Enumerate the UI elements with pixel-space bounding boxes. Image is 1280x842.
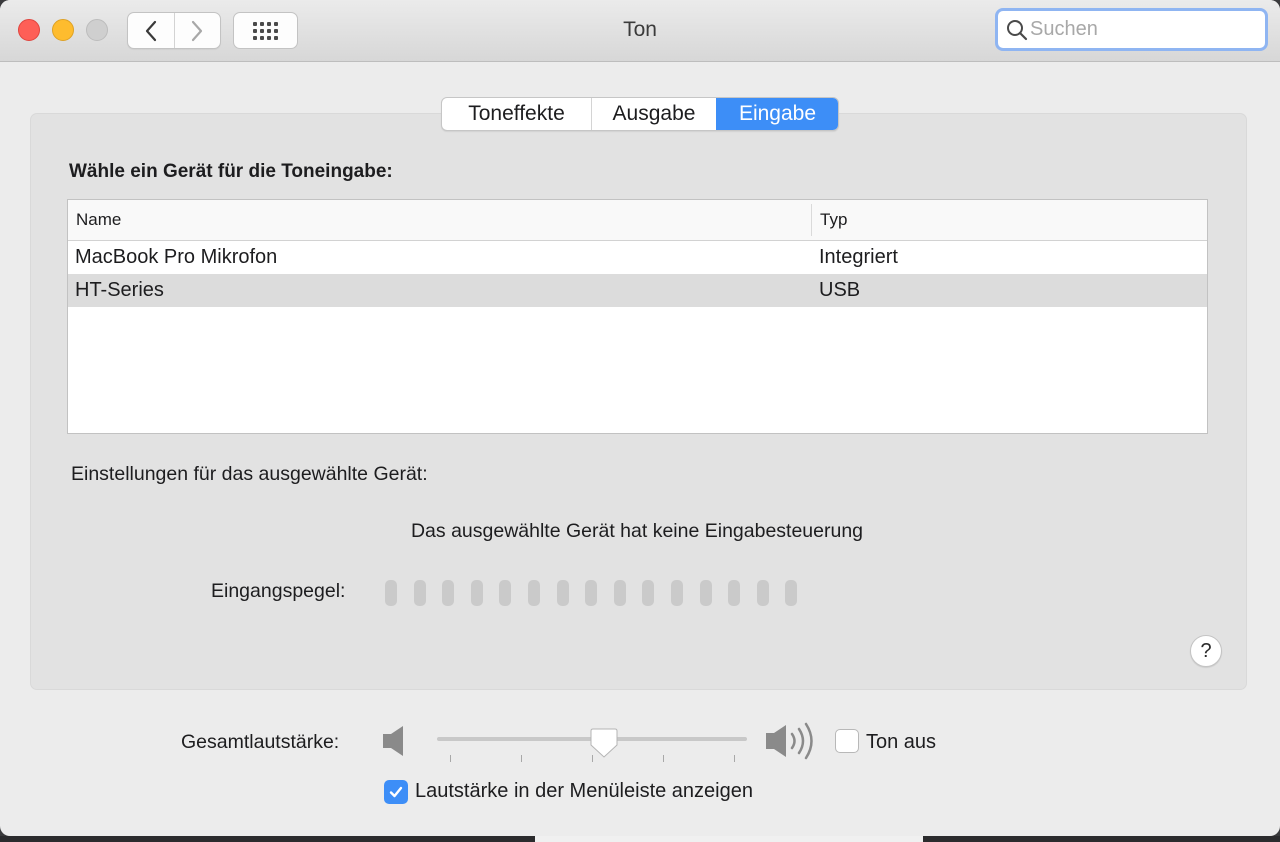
back-button[interactable] — [128, 13, 174, 48]
close-button[interactable] — [18, 19, 40, 41]
navigation-buttons — [127, 12, 221, 49]
no-input-control-message: Das ausgewählte Gerät hat keine Eingabes… — [410, 520, 864, 542]
slider-tick — [450, 755, 451, 762]
input-device-table: Name Typ MacBook Pro Mikrofon Integriert… — [67, 199, 1208, 434]
column-header-name[interactable]: Name — [68, 204, 812, 236]
level-segment — [613, 580, 626, 606]
output-volume-label: Gesamtlautstärke: — [181, 731, 340, 753]
level-segment — [756, 580, 769, 606]
minimize-button[interactable] — [52, 19, 74, 41]
tab-toneffekte[interactable]: Toneffekte — [442, 98, 591, 130]
tab-bar: Toneffekte Ausgabe Eingabe — [441, 97, 839, 131]
tab-ausgabe[interactable]: Ausgabe — [591, 98, 716, 130]
title-bar: Ton — [0, 0, 1280, 62]
input-level-label: Eingangspegel: — [211, 580, 346, 602]
system-preferences-window: Ton Toneffekte Ausgabe Eingabe Wähle ein… — [0, 0, 1280, 836]
slider-tick — [734, 755, 735, 762]
level-segment — [585, 580, 598, 606]
background-window-edge — [535, 836, 923, 842]
grid-icon — [253, 21, 278, 40]
level-segment — [699, 580, 712, 606]
forward-chevron-icon — [192, 20, 203, 41]
level-segment — [499, 580, 512, 606]
output-volume-slider[interactable] — [437, 727, 749, 767]
device-type: Integriert — [819, 246, 898, 268]
tab-eingabe[interactable]: Eingabe — [716, 98, 838, 130]
device-name: HT-Series — [75, 279, 164, 301]
search-icon — [1007, 19, 1028, 40]
table-row[interactable]: HT-Series USB — [68, 274, 1207, 307]
device-name: MacBook Pro Mikrofon — [75, 246, 278, 268]
table-row[interactable]: MacBook Pro Mikrofon Integriert — [68, 241, 1207, 274]
back-chevron-icon — [145, 20, 157, 41]
background-window-strip — [0, 836, 1280, 842]
checkmark-icon — [389, 786, 403, 798]
level-segment — [527, 580, 540, 606]
show-volume-in-menubar-label[interactable]: Lautstärke in der Menüleiste anzeigen — [415, 780, 753, 803]
level-segment — [728, 580, 741, 606]
device-settings-heading: Einstellungen für das ausgewählte Gerät: — [71, 463, 428, 485]
level-segment — [785, 580, 798, 606]
device-type: USB — [819, 279, 861, 301]
level-segment — [642, 580, 655, 606]
level-segment — [556, 580, 569, 606]
table-header: Name Typ — [68, 200, 1207, 241]
input-level-meter — [385, 580, 814, 606]
zoom-button[interactable] — [86, 19, 108, 41]
level-segment — [385, 580, 397, 606]
search-field[interactable] — [995, 8, 1268, 51]
forward-button[interactable] — [173, 13, 220, 48]
help-button[interactable]: ? — [1190, 635, 1222, 667]
slider-tick — [521, 755, 522, 762]
speaker-low-icon — [383, 726, 403, 756]
mute-label[interactable]: Ton aus — [866, 731, 936, 754]
level-segment — [470, 580, 483, 606]
slider-tick — [663, 755, 664, 762]
device-choice-heading: Wähle ein Gerät für die Toneingabe: — [69, 161, 393, 182]
window-title: Ton — [623, 18, 657, 41]
show-volume-in-menubar-checkbox[interactable] — [384, 780, 408, 804]
show-all-button[interactable] — [233, 12, 298, 49]
speaker-high-icon — [766, 722, 813, 760]
mute-checkbox[interactable] — [835, 729, 859, 753]
search-input[interactable] — [1030, 18, 1250, 41]
column-header-type[interactable]: Typ — [812, 200, 1207, 240]
slider-thumb[interactable] — [590, 727, 618, 759]
level-segment — [413, 580, 426, 606]
level-segment — [442, 580, 455, 606]
level-segment — [670, 580, 683, 606]
